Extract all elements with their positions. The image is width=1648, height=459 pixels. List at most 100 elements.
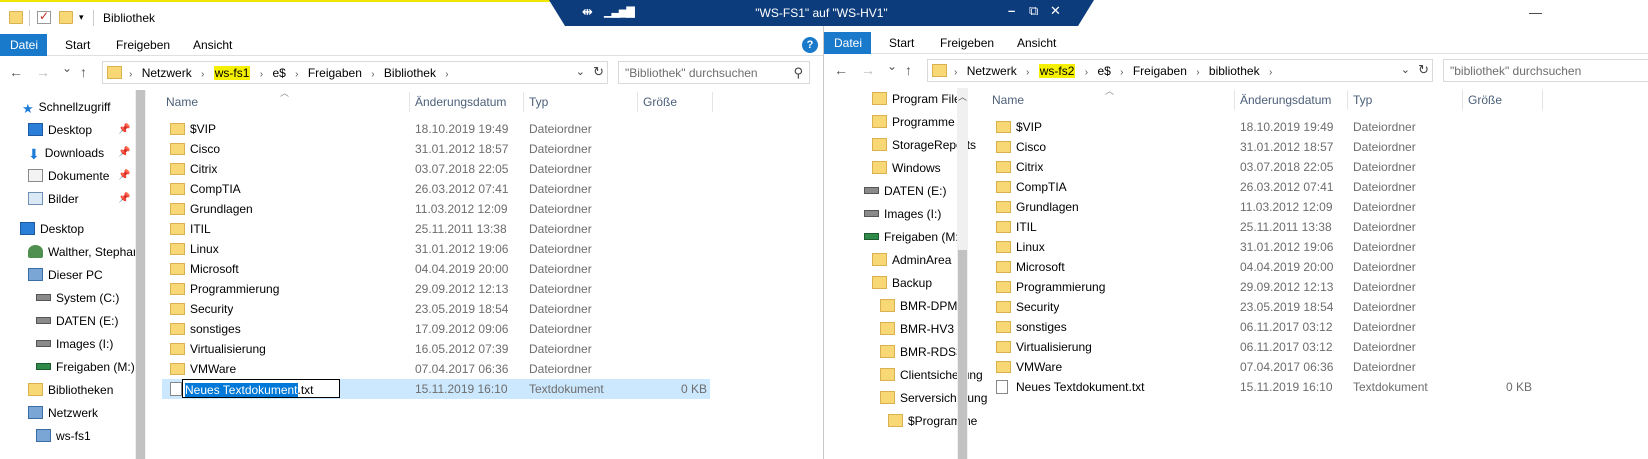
tree-item-daten-e[interactable]: DATEN (E:) xyxy=(864,180,946,202)
table-row[interactable]: Cisco 31.01.2012 18:57 Dateiordner xyxy=(160,139,710,159)
chevron-down-icon[interactable]: ⌄ xyxy=(576,65,585,78)
search-box[interactable]: "Bibliothek" durchsuchen ⚲ xyxy=(618,61,810,84)
column-header-type[interactable]: Typ xyxy=(1353,88,1372,112)
tree-item-windows[interactable]: Windows xyxy=(872,157,941,179)
table-row[interactable]: ITIL 25.11.2011 13:38 Dateiordner xyxy=(160,219,710,239)
tree-item-freigaben-m[interactable]: Freigaben (M:) xyxy=(36,356,135,378)
table-row[interactable]: sonstiges 17.09.2012 09:06 Dateiordner xyxy=(160,319,710,339)
table-row[interactable]: Virtualisierung 16.05.2012 07:39 Dateiordn… xyxy=(160,339,710,359)
table-row[interactable]: $VIP 18.10.2019 19:49 Dateiordner xyxy=(987,117,1587,137)
refresh-icon[interactable]: ↻ xyxy=(1418,62,1429,78)
minimize-button[interactable]: – xyxy=(1008,3,1015,18)
table-row[interactable]: Grundlagen 11.03.2012 12:09 Dateiordner xyxy=(987,197,1587,217)
table-row[interactable]: Grundlagen 11.03.2012 12:09 Dateiordner xyxy=(160,199,710,219)
table-row[interactable]: VMWare 07.04.2017 06:36 Dateiordner xyxy=(987,357,1587,377)
tab-freigeben[interactable]: Freigeben xyxy=(106,34,180,56)
crumb-freigaben[interactable]: Freigaben xyxy=(308,66,362,80)
forward-arrow-icon[interactable]: → xyxy=(861,62,875,78)
restore-button[interactable]: ⧉ xyxy=(1029,3,1038,19)
table-row[interactable]: Programmierung 29.09.2012 12:13 Dateiordne… xyxy=(987,277,1587,297)
tree-item-bmr-rds3[interactable]: BMR-RDS3 xyxy=(880,341,963,363)
table-row[interactable]: Microsoft 04.04.2019 20:00 Dateiordner xyxy=(987,257,1587,277)
table-row[interactable]: Cisco 31.01.2012 18:57 Dateiordner xyxy=(987,137,1587,157)
back-arrow-icon[interactable]: ← xyxy=(834,62,848,78)
tree-item-daten-e[interactable]: DATEN (E:) xyxy=(36,310,118,332)
column-header-name[interactable]: Name xyxy=(166,90,198,114)
table-row[interactable]: Security 23.05.2019 18:54 Dateiordner xyxy=(160,299,710,319)
column-header-date[interactable]: Änderungsdatum xyxy=(1240,88,1331,112)
scroll-up-icon[interactable]: ︿ xyxy=(958,90,967,103)
divider[interactable] xyxy=(1347,90,1348,110)
tree-item-serversicherung[interactable]: Serversicherung xyxy=(880,387,987,409)
search-box[interactable]: "bibliothek" durchsuchen xyxy=(1443,59,1648,82)
forward-arrow-icon[interactable]: → xyxy=(36,64,50,80)
divider[interactable] xyxy=(1462,90,1463,110)
column-header-type[interactable]: Typ xyxy=(529,90,548,114)
table-row-selected[interactable]: Neues Textdokument.txt 15.11.2019 16:10 Te… xyxy=(162,379,710,399)
crumb-bibliothek[interactable]: Bibliothek xyxy=(384,66,436,80)
table-row[interactable]: Programmierung 29.09.2012 12:13 Dateiordne… xyxy=(160,279,710,299)
tab-datei[interactable]: Datei xyxy=(824,32,871,54)
rename-input[interactable]: Neues Textdokument.txt xyxy=(182,379,340,398)
crumb-server[interactable]: ws-fs1 xyxy=(213,66,251,80)
tree-item-programme[interactable]: Programme xyxy=(872,111,955,133)
tree-item-bilder[interactable]: Bilder 📌 xyxy=(28,188,135,210)
divider[interactable] xyxy=(712,92,713,112)
tab-start[interactable]: Start xyxy=(55,34,100,56)
column-header-date[interactable]: Änderungsdatum xyxy=(415,90,506,114)
tree-item-downloads[interactable]: ⬇ Downloads 📌 xyxy=(28,142,135,164)
column-header-size[interactable]: Größe xyxy=(643,90,677,114)
divider[interactable] xyxy=(637,92,638,112)
tree-item-bibliotheken[interactable]: Bibliotheken xyxy=(28,379,113,401)
tree-item-bmr-hv3[interactable]: BMR-HV3 xyxy=(880,318,954,340)
tree-item-images-i[interactable]: Images (I:) xyxy=(36,333,113,355)
address-bar[interactable]: › Netzwerk › ws-fs1 › e$ › Freigaben › B… xyxy=(102,61,608,84)
table-row[interactable]: ITIL 25.11.2011 13:38 Dateiordner xyxy=(987,217,1587,237)
minimize-button[interactable]: — xyxy=(1529,5,1542,20)
address-bar[interactable]: › Netzwerk › ws-fs2 › e$ › Freigaben › b… xyxy=(927,59,1433,82)
crumb-share[interactable]: e$ xyxy=(272,66,285,80)
tree-item-freigaben-m[interactable]: Freigaben (M:) xyxy=(864,226,963,248)
tab-start[interactable]: Start xyxy=(879,32,924,54)
chevron-down-icon[interactable]: ⌄ xyxy=(1401,63,1410,76)
nav-scrollbar[interactable]: ︿ xyxy=(957,88,968,459)
tree-item-user[interactable]: Walther, Stephan xyxy=(28,241,140,263)
column-header-name[interactable]: Name xyxy=(992,88,1024,112)
tree-item-images-i[interactable]: Images (I:) xyxy=(864,203,941,225)
tree-item-backup[interactable]: Backup xyxy=(872,272,932,294)
scrollbar-thumb[interactable] xyxy=(958,250,967,459)
table-row[interactable]: Security 23.05.2019 18:54 Dateiordner xyxy=(987,297,1587,317)
refresh-icon[interactable]: ↻ xyxy=(593,64,604,80)
tree-item-schnellzugriff[interactable]: ★ Schnellzugriff xyxy=(22,96,110,118)
table-row[interactable]: Linux 31.01.2012 19:06 Dateiordner xyxy=(160,239,710,259)
tree-item-adminarea[interactable]: AdminArea xyxy=(872,249,951,271)
search-input[interactable]: "bibliothek" durchsuchen xyxy=(1450,64,1581,78)
tree-item-bmr-dpm[interactable]: BMR-DPM xyxy=(880,295,957,317)
close-button[interactable]: ✕ xyxy=(1050,3,1061,19)
table-row[interactable]: Citrix 03.07.2018 22:05 Dateiordner xyxy=(160,159,710,179)
tree-item-desktop[interactable]: Desktop xyxy=(20,218,84,240)
properties-icon[interactable] xyxy=(37,9,51,24)
new-folder-icon[interactable] xyxy=(59,11,73,24)
table-row[interactable]: Microsoft 04.04.2019 20:00 Dateiordner xyxy=(160,259,710,279)
scrollbar-thumb[interactable] xyxy=(136,90,145,459)
help-icon[interactable]: ? xyxy=(802,37,818,53)
table-row[interactable]: Citrix 03.07.2018 22:05 Dateiordner xyxy=(987,157,1587,177)
divider[interactable] xyxy=(409,92,410,112)
table-row[interactable]: CompTIA 26.03.2012 07:41 Dateiordner xyxy=(987,177,1587,197)
search-icon[interactable]: ⚲ xyxy=(793,65,803,81)
table-row[interactable]: CompTIA 26.03.2012 07:41 Dateiordner xyxy=(160,179,710,199)
crumb-netzwerk[interactable]: Netzwerk xyxy=(967,64,1017,78)
tab-datei[interactable]: Datei xyxy=(0,34,47,56)
tree-item-desktop-pinned[interactable]: Desktop 📌 xyxy=(28,119,135,141)
back-arrow-icon[interactable]: ← xyxy=(9,64,23,80)
crumb-server[interactable]: ws-fs2 xyxy=(1038,64,1076,78)
tree-item-ws-fs1[interactable]: ws-fs1 xyxy=(36,425,91,447)
tree-item-dieser-pc[interactable]: Dieser PC xyxy=(28,264,103,286)
divider[interactable] xyxy=(1542,90,1543,110)
nav-scrollbar[interactable] xyxy=(135,90,146,459)
tree-item-netzwerk[interactable]: Netzwerk xyxy=(28,402,98,424)
table-row[interactable]: Virtualisierung 06.11.2017 03:12 Dateiordn… xyxy=(987,337,1587,357)
search-input[interactable]: "Bibliothek" durchsuchen xyxy=(625,66,758,80)
tree-item-program-files[interactable]: Program Files xyxy=(872,88,967,110)
